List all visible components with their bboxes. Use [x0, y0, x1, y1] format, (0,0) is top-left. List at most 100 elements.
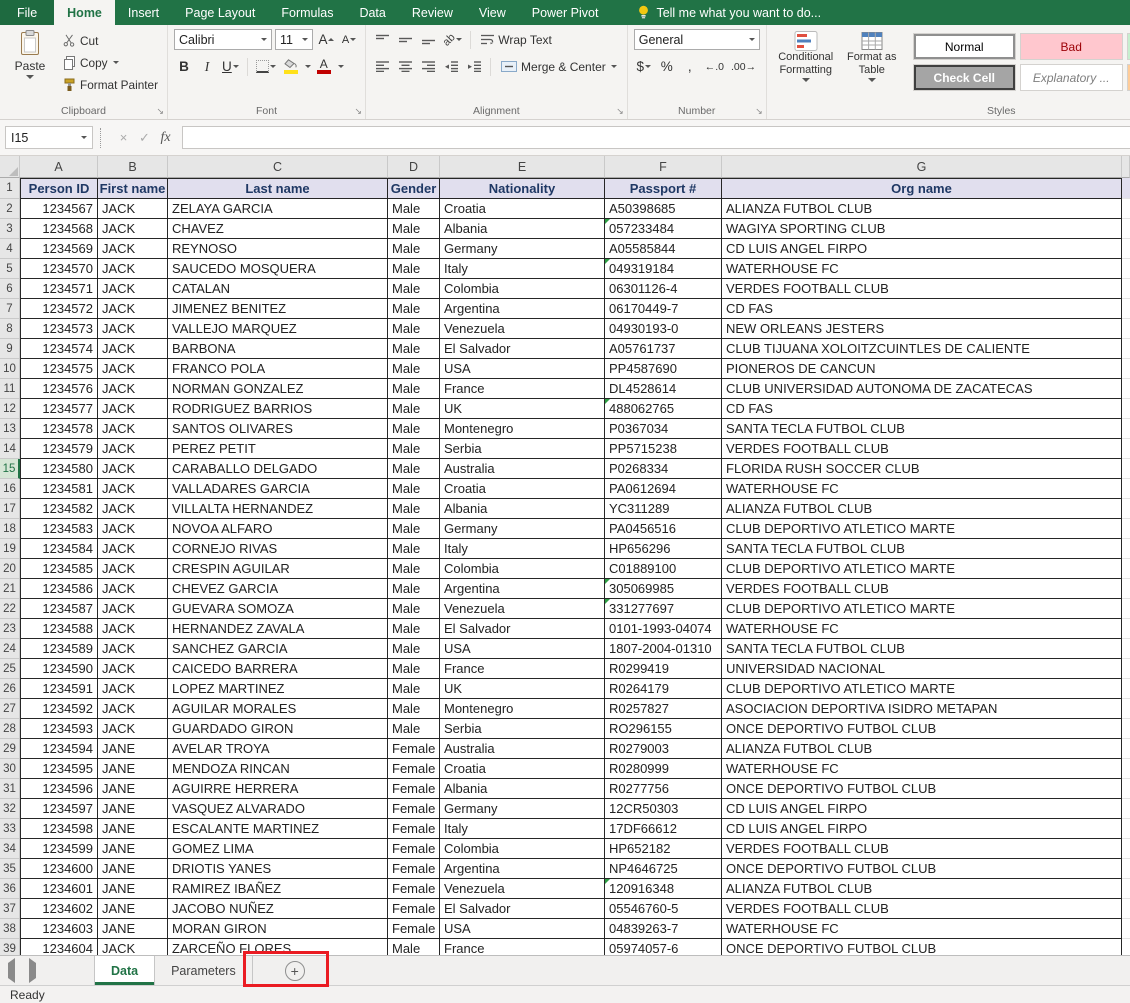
cell-G9[interactable]: CLUB TIJUANA XOLOITZCUINTLES DE CALIENTE — [722, 339, 1122, 359]
row-header-17[interactable]: 17 — [0, 499, 20, 519]
cell-F39[interactable]: 05974057-6 — [605, 939, 722, 955]
cell-C13[interactable]: SANTOS OLIVARES — [168, 419, 388, 439]
cell-F2[interactable]: A50398685 — [605, 199, 722, 219]
cell-E21[interactable]: Argentina — [440, 579, 605, 599]
cell-B30[interactable]: JANE — [98, 759, 168, 779]
cell-A18[interactable]: 1234583 — [20, 519, 98, 539]
row-header-3[interactable]: 3 — [0, 219, 20, 239]
cell-F36[interactable]: 120916348 — [605, 879, 722, 899]
column-header-b[interactable]: B — [98, 156, 168, 178]
row-header-2[interactable]: 2 — [0, 199, 20, 219]
column-header-c[interactable]: C — [168, 156, 388, 178]
cell-G38[interactable]: WATERHOUSE FC — [722, 919, 1122, 939]
cell-G33[interactable]: CD LUIS ANGEL FIRPO — [722, 819, 1122, 839]
cell-A27[interactable]: 1234592 — [20, 699, 98, 719]
row-header-39[interactable]: 39 — [0, 939, 20, 955]
sheet-tab-parameters[interactable]: Parameters — [155, 956, 253, 985]
formula-bar-grip[interactable] — [100, 128, 108, 148]
cell-A30[interactable]: 1234595 — [20, 759, 98, 779]
cell-F3[interactable]: 057233484 — [605, 219, 722, 239]
cell-C18[interactable]: NOVOA ALFARO — [168, 519, 388, 539]
row-header-28[interactable]: 28 — [0, 719, 20, 739]
header-cell-nationality[interactable]: Nationality — [440, 178, 605, 199]
cell-G5[interactable]: WATERHOUSE FC — [722, 259, 1122, 279]
cell-D8[interactable]: Male — [388, 319, 440, 339]
row-header-10[interactable]: 10 — [0, 359, 20, 379]
cell-B29[interactable]: JANE — [98, 739, 168, 759]
cell-E33[interactable]: Italy — [440, 819, 605, 839]
cell-A23[interactable]: 1234588 — [20, 619, 98, 639]
cell-A21[interactable]: 1234586 — [20, 579, 98, 599]
cell-A7[interactable]: 1234572 — [20, 299, 98, 319]
cell-C19[interactable]: CORNEJO RIVAS — [168, 539, 388, 559]
cell-A8[interactable]: 1234573 — [20, 319, 98, 339]
header-cell-person-id[interactable]: Person ID — [20, 178, 98, 199]
row-header-18[interactable]: 18 — [0, 519, 20, 539]
cell-D22[interactable]: Male — [388, 599, 440, 619]
cell-A4[interactable]: 1234569 — [20, 239, 98, 259]
increase-font-size-button[interactable]: A — [316, 29, 336, 50]
cell-B9[interactable]: JACK — [98, 339, 168, 359]
cell-B34[interactable]: JANE — [98, 839, 168, 859]
cell-G15[interactable]: FLORIDA RUSH SOCCER CLUB — [722, 459, 1122, 479]
cell-G12[interactable]: CD FAS — [722, 399, 1122, 419]
cell-G18[interactable]: CLUB DEPORTIVO ATLETICO MARTE — [722, 519, 1122, 539]
cell-A39[interactable]: 1234604 — [20, 939, 98, 955]
row-header-13[interactable]: 13 — [0, 419, 20, 439]
cut-button[interactable]: Cut — [60, 31, 161, 50]
row-header-29[interactable]: 29 — [0, 739, 20, 759]
cell-E24[interactable]: USA — [440, 639, 605, 659]
cell-A22[interactable]: 1234587 — [20, 599, 98, 619]
cell-E5[interactable]: Italy — [440, 259, 605, 279]
cell-C7[interactable]: JIMENEZ BENITEZ — [168, 299, 388, 319]
number-dialog-launcher[interactable]: ↘ — [755, 107, 763, 116]
cell-E28[interactable]: Serbia — [440, 719, 605, 739]
cell-F12[interactable]: 488062765 — [605, 399, 722, 419]
cell-C15[interactable]: CARABALLO DELGADO — [168, 459, 388, 479]
row-header-37[interactable]: 37 — [0, 899, 20, 919]
cell-A20[interactable]: 1234585 — [20, 559, 98, 579]
cell-A17[interactable]: 1234582 — [20, 499, 98, 519]
cell-G39[interactable]: ONCE DEPORTIVO FUTBOL CLUB — [722, 939, 1122, 955]
cell-B31[interactable]: JANE — [98, 779, 168, 799]
conditional-formatting-button[interactable]: Conditional Formatting — [773, 29, 839, 102]
cell-F23[interactable]: 0101-1993-04074 — [605, 619, 722, 639]
align-right-button[interactable] — [418, 56, 438, 77]
clipboard-dialog-launcher[interactable]: ↘ — [156, 107, 164, 116]
cell-C38[interactable]: MORAN GIRON — [168, 919, 388, 939]
cell-G3[interactable]: WAGIYA SPORTING CLUB — [722, 219, 1122, 239]
top-align-button[interactable] — [372, 29, 392, 50]
cell-C25[interactable]: CAICEDO BARRERA — [168, 659, 388, 679]
decrease-font-size-button[interactable]: A — [339, 29, 359, 50]
increase-indent-button[interactable] — [464, 56, 484, 77]
row-header-31[interactable]: 31 — [0, 779, 20, 799]
cell-A29[interactable]: 1234594 — [20, 739, 98, 759]
cell-E18[interactable]: Germany — [440, 519, 605, 539]
cell-E4[interactable]: Germany — [440, 239, 605, 259]
cell-G25[interactable]: UNIVERSIDAD NACIONAL — [722, 659, 1122, 679]
cell-A2[interactable]: 1234567 — [20, 199, 98, 219]
orientation-button[interactable]: ab — [441, 29, 464, 50]
cell-F28[interactable]: RO296155 — [605, 719, 722, 739]
cell-style-explanatory[interactable]: Explanatory ... — [1020, 64, 1123, 91]
cancel-button[interactable]: × — [113, 130, 134, 145]
cell-F29[interactable]: R0279003 — [605, 739, 722, 759]
cell-E3[interactable]: Albania — [440, 219, 605, 239]
ribbon-tab-insert[interactable]: Insert — [115, 0, 172, 25]
cell-C12[interactable]: RODRIGUEZ BARRIOS — [168, 399, 388, 419]
cell-A14[interactable]: 1234579 — [20, 439, 98, 459]
cell-G10[interactable]: PIONEROS DE CANCUN — [722, 359, 1122, 379]
italic-button[interactable]: I — [197, 56, 217, 77]
cell-style-normal[interactable]: Normal — [913, 33, 1016, 60]
cell-B18[interactable]: JACK — [98, 519, 168, 539]
cell-G14[interactable]: VERDES FOOTBALL CLUB — [722, 439, 1122, 459]
cell-C2[interactable]: ZELAYA GARCIA — [168, 199, 388, 219]
cell-G36[interactable]: ALIANZA FUTBOL CLUB — [722, 879, 1122, 899]
cell-D29[interactable]: Female — [388, 739, 440, 759]
cell-A6[interactable]: 1234571 — [20, 279, 98, 299]
cell-E6[interactable]: Colombia — [440, 279, 605, 299]
cell-F35[interactable]: NP4646725 — [605, 859, 722, 879]
row-header-25[interactable]: 25 — [0, 659, 20, 679]
row-header-11[interactable]: 11 — [0, 379, 20, 399]
cell-C30[interactable]: MENDOZA RINCAN — [168, 759, 388, 779]
